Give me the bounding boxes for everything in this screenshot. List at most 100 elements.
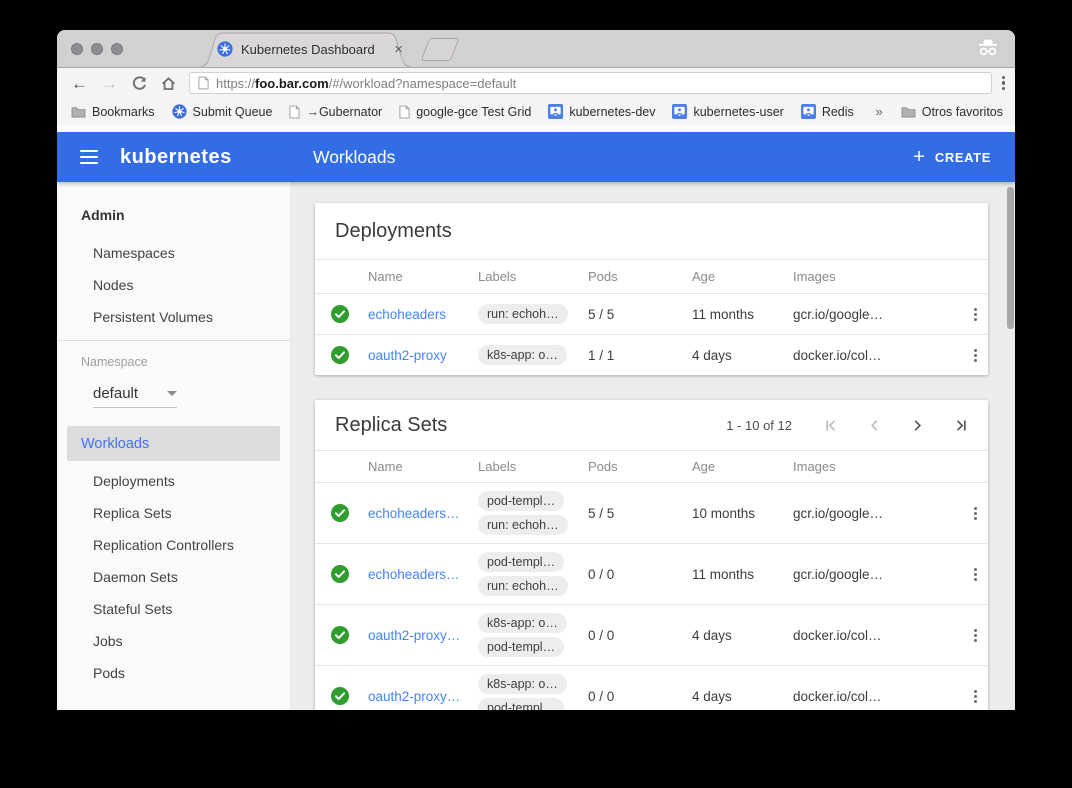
sidebar-item-daemon-sets[interactable]: Daemon Sets: [57, 561, 290, 593]
label-chip[interactable]: pod-templ…: [478, 637, 564, 657]
images-cell: docker.io/col…: [793, 689, 953, 704]
groups-icon: [548, 104, 563, 119]
table-row: oauth2-proxy… k8s-app: o… pod-templ… 0 /…: [315, 665, 988, 710]
bookmark-label: →Gubernator: [306, 105, 382, 119]
url-host: foo.bar.com: [255, 76, 329, 91]
bookmarks-overflow-button[interactable]: »: [875, 104, 882, 119]
row-actions-menu-icon[interactable]: [974, 349, 977, 362]
deployments-card-title: Deployments: [335, 220, 452, 243]
bookmark-kubernetes-dev[interactable]: kubernetes-dev: [548, 104, 655, 119]
content-area: Deployments Name Labels Pods Age Images: [290, 182, 1015, 710]
bookmarks-bar: Bookmarks Submit Queue: [57, 98, 1015, 125]
column-header-images: Images: [793, 459, 953, 474]
bookmark-kubernetes-user[interactable]: kubernetes-user: [672, 104, 783, 119]
table-header-row: Name Labels Pods Age Images: [315, 450, 988, 482]
label-chip[interactable]: run: echoh…: [478, 304, 568, 324]
resource-link[interactable]: oauth2-proxy: [368, 348, 478, 363]
pods-cell: 0 / 0: [588, 567, 692, 582]
browser-menu-button[interactable]: [1002, 76, 1006, 91]
column-header-images: Images: [793, 269, 953, 284]
bookmark-google-gce-test-grid[interactable]: google-gce Test Grid: [399, 105, 531, 119]
sidebar-item-stateful-sets[interactable]: Stateful Sets: [57, 593, 290, 625]
bookmark-label: Redis: [822, 105, 854, 119]
label-chip[interactable]: pod-templ…: [478, 552, 564, 572]
create-button[interactable]: + CREATE: [913, 147, 991, 167]
bookmark-otros-favoritos-folder[interactable]: Otros favoritos: [901, 105, 1003, 119]
forward-button[interactable]: →: [101, 75, 118, 92]
active-tab[interactable]: Kubernetes Dashboard ×: [217, 30, 403, 68]
kubernetes-icon: [172, 104, 187, 119]
bookmark-bookmarks-folder[interactable]: Bookmarks: [71, 105, 155, 119]
bookmark-label: kubernetes-user: [693, 105, 783, 119]
bookmark-submit-queue[interactable]: Submit Queue: [172, 104, 273, 119]
age-cell: 10 months: [692, 506, 793, 521]
status-ok-icon: [331, 346, 349, 364]
replica-sets-card-title: Replica Sets: [335, 414, 447, 437]
row-actions-menu-icon[interactable]: [974, 308, 977, 321]
age-cell: 11 months: [692, 567, 793, 582]
bookmark-redis[interactable]: Redis: [801, 104, 854, 119]
sidebar-item-deployments[interactable]: Deployments: [57, 465, 290, 497]
page-security-icon[interactable]: [198, 76, 209, 90]
sidebar-item-replica-sets[interactable]: Replica Sets: [57, 497, 290, 529]
bookmark-gubernator[interactable]: →Gubernator: [289, 105, 382, 119]
column-header-age: Age: [692, 269, 793, 284]
table-row: oauth2-proxy… k8s-app: o… pod-templ… 0 /…: [315, 604, 988, 665]
home-button[interactable]: [160, 75, 177, 92]
label-chip[interactable]: pod-templ…: [478, 698, 564, 710]
pods-cell: 0 / 0: [588, 628, 692, 643]
scrollbar-thumb[interactable]: [1007, 187, 1014, 329]
refresh-button[interactable]: [131, 75, 148, 92]
namespace-select[interactable]: default: [93, 379, 177, 408]
deployments-card: Deployments Name Labels Pods Age Images: [315, 203, 988, 375]
resource-link[interactable]: echoheaders: [368, 307, 478, 322]
column-header-name: Name: [368, 459, 478, 474]
page-icon: [399, 105, 410, 119]
row-actions-menu-icon[interactable]: [974, 690, 977, 703]
screenshot-stage: Kubernetes Dashboard × ← →: [0, 0, 1072, 788]
back-button[interactable]: ←: [71, 75, 88, 92]
resource-link[interactable]: oauth2-proxy…: [368, 689, 478, 704]
age-cell: 11 months: [692, 307, 793, 322]
url-bar[interactable]: https://foo.bar.com/#/workload?namespace…: [189, 72, 992, 94]
last-page-icon[interactable]: [953, 418, 968, 433]
sidebar-item-pods[interactable]: Pods: [57, 657, 290, 689]
column-header-labels: Labels: [478, 269, 588, 284]
tab-close-icon[interactable]: ×: [394, 42, 403, 57]
bookmark-label: google-gce Test Grid: [416, 105, 531, 119]
plus-icon: +: [913, 147, 925, 167]
label-chip[interactable]: run: echoh…: [478, 576, 568, 596]
first-page-icon[interactable]: [824, 418, 839, 433]
sidebar-item-workloads[interactable]: Workloads: [67, 426, 280, 461]
sidebar-item-admin[interactable]: Admin: [57, 199, 290, 231]
age-cell: 4 days: [692, 628, 793, 643]
url-text[interactable]: https://foo.bar.com/#/workload?namespace…: [216, 76, 516, 91]
namespace-label: Namespace: [57, 355, 290, 369]
label-chip[interactable]: pod-templ…: [478, 491, 564, 511]
label-chip[interactable]: k8s-app: o…: [478, 674, 567, 694]
column-header-pods: Pods: [588, 269, 692, 284]
label-chip[interactable]: k8s-app: o…: [478, 613, 567, 633]
resource-link[interactable]: echoheaders…: [368, 506, 478, 521]
groups-icon: [801, 104, 816, 119]
kubernetes-favicon-icon: [217, 41, 233, 57]
previous-page-icon[interactable]: [867, 418, 882, 433]
label-chip[interactable]: k8s-app: o…: [478, 345, 567, 365]
sidebar-item-persistent-volumes[interactable]: Persistent Volumes: [57, 301, 290, 333]
next-page-icon[interactable]: [910, 418, 925, 433]
tab-title: Kubernetes Dashboard: [241, 42, 386, 57]
app-body: Admin Namespaces Nodes Persistent Volume…: [57, 182, 1015, 710]
row-actions-menu-icon[interactable]: [974, 507, 977, 520]
label-chip[interactable]: run: echoh…: [478, 515, 568, 535]
sidebar-item-namespaces[interactable]: Namespaces: [57, 237, 290, 269]
age-cell: 4 days: [692, 348, 793, 363]
row-actions-menu-icon[interactable]: [974, 629, 977, 642]
sidebar: Admin Namespaces Nodes Persistent Volume…: [57, 182, 290, 710]
row-actions-menu-icon[interactable]: [974, 568, 977, 581]
sidebar-item-replication-controllers[interactable]: Replication Controllers: [57, 529, 290, 561]
resource-link[interactable]: oauth2-proxy…: [368, 628, 478, 643]
sidebar-item-nodes[interactable]: Nodes: [57, 269, 290, 301]
hamburger-menu-icon[interactable]: [80, 150, 98, 164]
resource-link[interactable]: echoheaders…: [368, 567, 478, 582]
sidebar-item-jobs[interactable]: Jobs: [57, 625, 290, 657]
